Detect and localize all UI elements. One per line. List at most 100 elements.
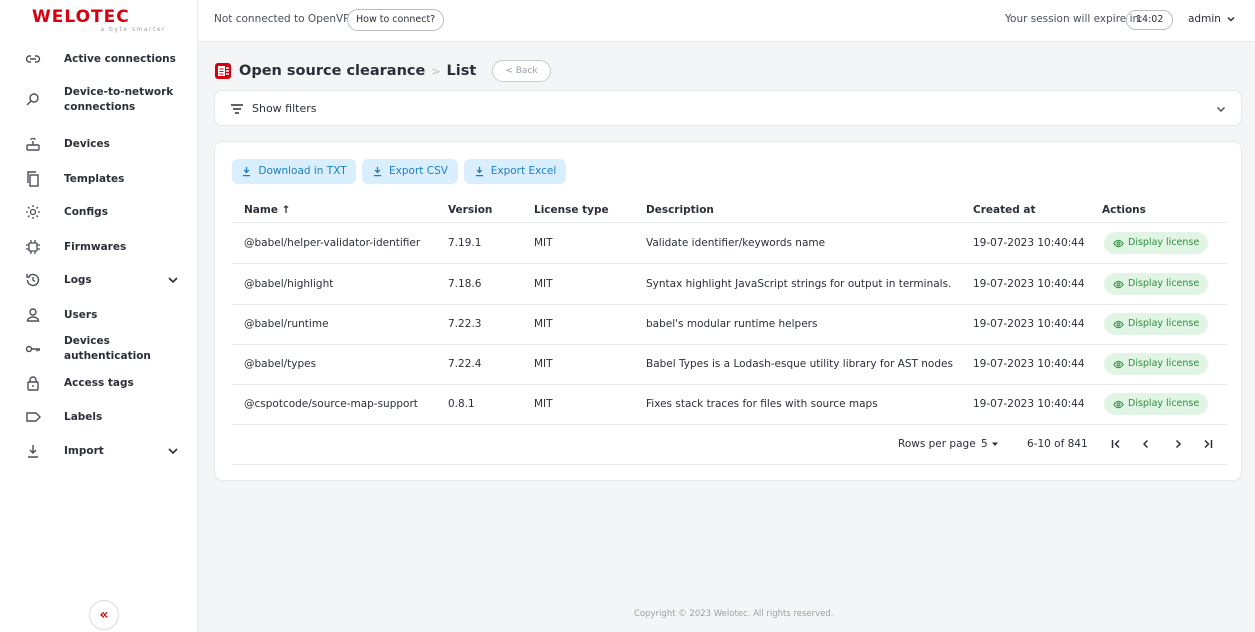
previous-page-icon[interactable] <box>1138 436 1154 452</box>
sidebar-item-label: Firmwares <box>64 240 127 253</box>
column-header-description[interactable]: Description <box>646 204 714 216</box>
breadcrumb-current: List <box>446 63 477 79</box>
table-row: @cspotcode/source-map-support 0.8.1 MIT … <box>232 384 1227 425</box>
column-header-created-at[interactable]: Created at <box>973 204 1036 216</box>
table-header: Name ↑ Version License type Description … <box>232 201 1227 223</box>
table-row: @babel/types 7.22.4 MIT Babel Types is a… <box>232 344 1227 385</box>
sidebar-item-devices-authentication[interactable]: Devices authentication <box>0 335 198 362</box>
first-page-icon[interactable] <box>1108 436 1124 452</box>
sidebar: WELOTEC a byte smarter Active connection… <box>0 0 198 632</box>
display-license-label: Display license <box>1128 398 1200 409</box>
sidebar-item-templates[interactable]: Templates <box>0 171 198 187</box>
user-icon <box>24 306 42 324</box>
chip-icon <box>24 238 42 256</box>
network-search-icon <box>24 91 42 109</box>
sidebar-item-firmwares[interactable]: Firmwares <box>0 239 198 255</box>
logo-wordmark: WELOTEC <box>32 7 130 27</box>
sidebar-item-import[interactable]: Import <box>0 443 198 459</box>
sidebar-item-active-connections[interactable]: Active connections <box>0 51 198 67</box>
cell-created-at: 19-07-2023 10:40:44 <box>973 278 1085 290</box>
rows-per-page-select[interactable]: 5 <box>981 438 999 450</box>
how-to-connect-button[interactable]: How to connect? <box>347 9 445 31</box>
eye-icon <box>1113 360 1124 368</box>
page-header: Open source clearance > List < Back <box>214 58 551 84</box>
download-txt-label: Download in TXT <box>258 165 347 177</box>
download-txt-button[interactable]: Download in TXT <box>232 159 356 184</box>
cell-created-at: 19-07-2023 10:40:44 <box>973 237 1085 249</box>
chevron-down-icon <box>1227 16 1235 22</box>
sidebar-item-users[interactable]: Users <box>0 307 198 323</box>
sidebar-item-configs[interactable]: Configs <box>0 204 198 220</box>
vpn-status: Not connected to OpenVPN <box>214 13 358 25</box>
logo-tagline: a byte smarter <box>100 26 166 33</box>
display-license-button[interactable]: Display license <box>1104 353 1209 375</box>
back-button[interactable]: < Back <box>492 60 551 82</box>
user-menu[interactable]: admin <box>1188 13 1236 25</box>
sidebar-item-label: Devices <box>64 137 110 150</box>
cell-description: Validate identifier/keywords name <box>646 237 826 249</box>
export-csv-label: Export CSV <box>389 165 448 177</box>
filters-panel[interactable]: Show filters <box>214 90 1242 126</box>
sidebar-item-device-to-network[interactable]: Device-to-network connections <box>0 85 198 117</box>
cell-created-at: 19-07-2023 10:40:44 <box>973 398 1085 410</box>
display-license-button[interactable]: Display license <box>1104 232 1209 254</box>
cell-version: 7.22.3 <box>448 318 482 330</box>
sidebar-item-label: Users <box>64 308 98 321</box>
sidebar-item-label: Device-to-network connections <box>64 86 174 113</box>
export-csv-button[interactable]: Export CSV <box>362 159 458 184</box>
collapse-sidebar-button[interactable]: « <box>89 600 119 630</box>
footer-copyright: Copyright © 2023 Welotec. All rights res… <box>634 609 834 619</box>
next-page-icon[interactable] <box>1170 436 1186 452</box>
page-title: Open source clearance <box>239 63 426 79</box>
cell-description: Fixes stack traces for files with source… <box>646 398 878 410</box>
column-header-name[interactable]: Name ↑ <box>244 204 290 216</box>
display-license-button[interactable]: Display license <box>1104 313 1209 335</box>
sidebar-item-devices[interactable]: Devices <box>0 136 198 152</box>
display-license-button[interactable]: Display license <box>1104 393 1209 415</box>
eye-icon <box>1113 239 1124 247</box>
export-excel-button[interactable]: Export Excel <box>464 159 566 184</box>
table-row: @babel/runtime 7.22.3 MIT babel's modula… <box>232 304 1227 345</box>
cell-license-type: MIT <box>534 237 553 249</box>
clearance-icon <box>214 62 232 80</box>
download-icon <box>243 166 251 177</box>
cell-description: babel's modular runtime helpers <box>646 318 818 330</box>
display-license-label: Display license <box>1128 318 1200 329</box>
caret-down-icon <box>991 442 998 446</box>
chevron-down-icon <box>1215 103 1227 115</box>
eye-icon <box>1113 320 1124 328</box>
sidebar-item-label: Import <box>64 444 104 457</box>
lock-icon <box>24 374 42 392</box>
cell-license-type: MIT <box>534 318 553 330</box>
display-license-button[interactable]: Display license <box>1104 273 1209 295</box>
sidebar-item-access-tags[interactable]: Access tags <box>0 375 198 391</box>
sidebar-item-logs[interactable]: Logs <box>0 272 198 288</box>
cell-license-type: MIT <box>534 398 553 410</box>
link-icon <box>24 50 42 68</box>
column-header-license-type[interactable]: License type <box>534 204 609 216</box>
key-icon <box>24 340 42 358</box>
show-filters-label: Show filters <box>252 102 317 115</box>
sidebar-item-label: Active connections <box>64 52 176 65</box>
session-expiry-label: Your session will expire in: <box>1005 13 1143 25</box>
cell-name: @babel/highlight <box>244 278 334 290</box>
pagination: Rows per page 5 6-10 of 841 <box>232 425 1227 465</box>
cell-version: 7.19.1 <box>448 237 482 249</box>
cell-name: @babel/helper-validator-identifier <box>244 237 421 249</box>
rows-per-page-label: Rows per page <box>898 438 976 450</box>
sidebar-item-labels[interactable]: Labels <box>0 409 198 425</box>
welotec-logo[interactable]: WELOTEC a byte smarter <box>32 8 172 36</box>
download-icon <box>373 166 382 177</box>
session-timer: 14:02 <box>1126 10 1174 30</box>
last-page-icon[interactable] <box>1200 436 1216 452</box>
eye-icon <box>1113 280 1124 288</box>
cell-created-at: 19-07-2023 10:40:44 <box>973 318 1085 330</box>
sidebar-item-label: Access tags <box>64 376 134 389</box>
chevron-down-icon[interactable] <box>166 444 180 458</box>
cell-created-at: 19-07-2023 10:40:44 <box>973 358 1085 370</box>
column-header-version[interactable]: Version <box>448 204 492 216</box>
page-range: 6-10 of 841 <box>1027 438 1088 450</box>
cell-license-type: MIT <box>534 278 553 290</box>
router-icon <box>24 135 42 153</box>
chevron-down-icon[interactable] <box>166 273 180 287</box>
